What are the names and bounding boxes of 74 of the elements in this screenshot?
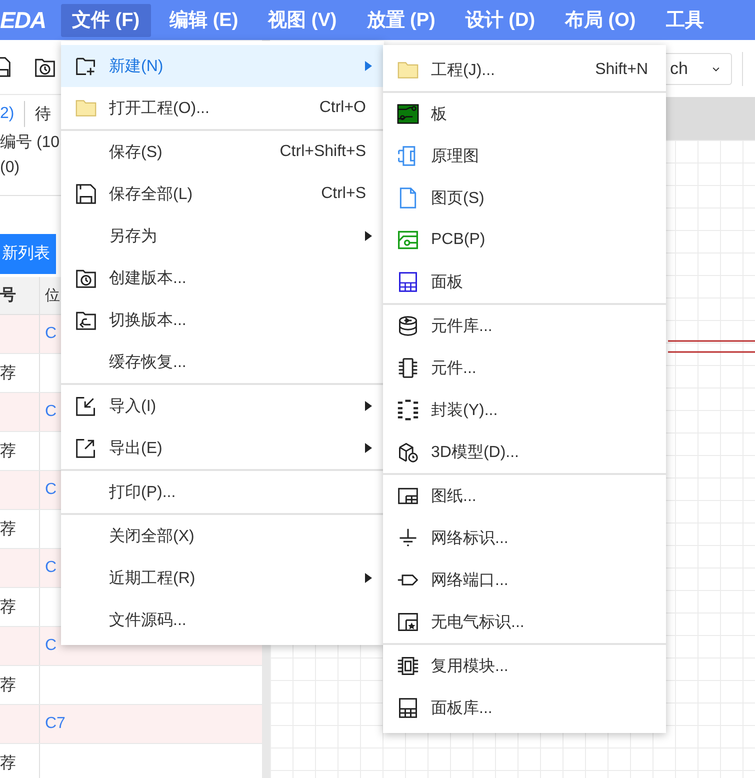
panel-grid-icon xyxy=(397,697,419,719)
database-icon xyxy=(397,315,419,337)
arrow-out-of-box-icon xyxy=(75,437,97,459)
menu-item[interactable]: 3D模型(D)... xyxy=(383,431,666,473)
menu-item[interactable]: 复用模块... xyxy=(383,645,666,687)
arrow-into-box-icon xyxy=(75,395,97,417)
folder-clock-icon xyxy=(34,56,56,78)
shortcut-text: Ctrl+O xyxy=(319,99,366,117)
menu-item[interactable]: 图页(S) xyxy=(383,177,666,219)
caret-icon xyxy=(365,443,372,453)
app-logo: EDA xyxy=(0,6,47,34)
folder-arrow-icon xyxy=(75,309,97,331)
menu-item[interactable]: 关闭全部(X) xyxy=(61,515,384,557)
caret-icon xyxy=(365,61,372,71)
panel-tab[interactable]: 2) xyxy=(0,105,24,123)
menu-item[interactable]: 文件源码... xyxy=(61,599,384,641)
table-cell-text: 荐 xyxy=(0,520,16,540)
folder-icon xyxy=(397,59,419,81)
menu-item[interactable]: 切换版本... xyxy=(61,299,384,341)
star-frame-icon xyxy=(397,611,419,633)
menu-item[interactable]: 网络端口... xyxy=(383,559,666,601)
menu-item[interactable]: 无电气标识... xyxy=(383,601,666,643)
panel-grid-icon xyxy=(397,271,419,293)
caret-icon xyxy=(365,573,372,583)
menu-item[interactable]: 板 xyxy=(383,93,666,135)
chip-icon xyxy=(397,357,419,379)
table-cell-text: 荐 xyxy=(0,442,16,462)
menu-item[interactable]: 面板库... xyxy=(383,687,666,729)
menu-item[interactable]: 新建(N) xyxy=(61,45,384,87)
menu-item[interactable]: 另存为 xyxy=(61,215,384,257)
menu-item[interactable]: 图纸... xyxy=(383,475,666,517)
table-cell-text: 荐 xyxy=(0,676,16,696)
menu-item[interactable]: 面板 xyxy=(383,261,666,303)
shortcut-text: Ctrl+S xyxy=(321,185,366,203)
floppy-disk-icon xyxy=(75,183,97,205)
menu-item[interactable]: 导出(E) xyxy=(61,427,384,469)
folder-plus-icon xyxy=(75,55,97,77)
filter-label: (0) xyxy=(0,158,20,178)
folder-icon xyxy=(75,97,97,119)
table-cell-text: 荐 xyxy=(0,364,16,384)
circuit-board-icon xyxy=(397,103,419,125)
menu-item[interactable]: PCB(P) xyxy=(383,219,666,261)
menu-item[interactable]: 打印(P)... xyxy=(61,471,384,513)
menu-item[interactable]: 打开工程(O)... Ctrl+O xyxy=(61,87,384,129)
module-icon xyxy=(397,655,419,677)
column-header: 号 xyxy=(0,286,16,306)
folder-clock-icon xyxy=(75,267,97,289)
menu-item[interactable]: 元件库... xyxy=(383,305,666,347)
cube-icon xyxy=(397,441,419,463)
menu-item[interactable]: 导入(I) xyxy=(61,385,384,427)
menu-item[interactable]: 原理图 xyxy=(383,135,666,177)
menu-item[interactable]: 元件... xyxy=(383,347,666,389)
menu-item[interactable]: 创建版本... xyxy=(61,257,384,299)
column-header: 位 xyxy=(45,286,60,305)
table-cell-text: 荐 xyxy=(0,754,16,774)
ground-icon xyxy=(397,527,419,549)
new-list-button[interactable]: 新列表 xyxy=(0,234,56,274)
menu-item[interactable]: 封装(Y)... xyxy=(383,389,666,431)
menu-item[interactable]: 缓存恢复... xyxy=(61,341,384,383)
menu-title[interactable]: 文件 (F) xyxy=(61,4,151,36)
drawing-sheet-icon xyxy=(397,485,419,507)
menu-item[interactable]: 近期工程(R) xyxy=(61,557,384,599)
caret-icon xyxy=(365,401,372,411)
shortcut-text: Ctrl+Shift+S xyxy=(280,143,366,161)
filter-label: 编号 (10 xyxy=(0,132,60,153)
panel-tab[interactable]: 待 xyxy=(35,104,62,124)
pcb-icon xyxy=(397,229,419,251)
table-cell-text: 荐 xyxy=(0,598,16,618)
menu-item[interactable]: 保存(S) Ctrl+Shift+S xyxy=(61,131,384,173)
document-icon xyxy=(397,187,419,209)
menu-item[interactable]: 网络标识... xyxy=(383,517,666,559)
menu-item[interactable]: 保存全部(L) Ctrl+S xyxy=(61,173,384,215)
footprint-icon xyxy=(397,399,419,421)
caret-icon xyxy=(365,231,372,241)
